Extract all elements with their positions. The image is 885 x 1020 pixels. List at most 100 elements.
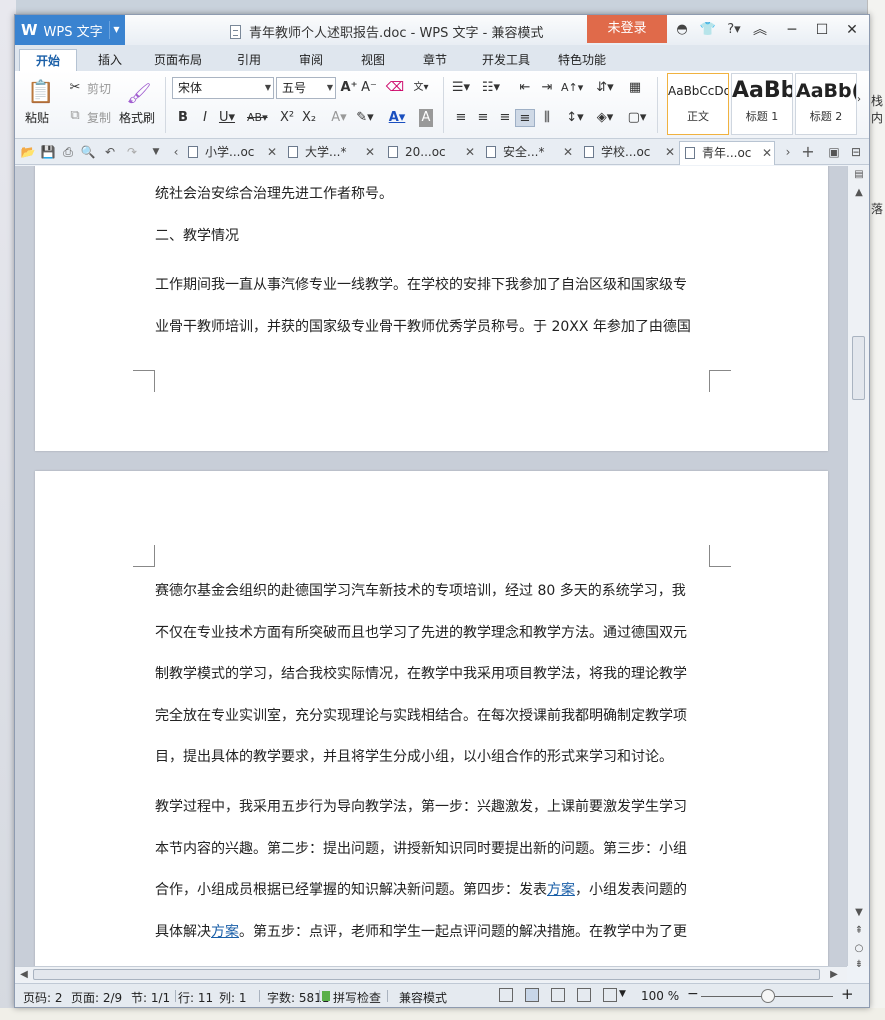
tab-insert[interactable]: 插入	[90, 49, 130, 71]
close-tab-icon[interactable]: ✕	[365, 141, 375, 163]
grow-font-icon[interactable]: A⁺	[339, 79, 359, 97]
format-painter-button[interactable]: 格式刷	[119, 109, 155, 126]
clear-format-icon[interactable]: ⌫	[385, 79, 405, 97]
pin-icon[interactable]: ⊟	[847, 143, 865, 161]
cut-button[interactable]: 剪切	[87, 80, 111, 97]
distribute-icon[interactable]: ⫼	[537, 109, 557, 127]
scroll-thumb[interactable]	[33, 969, 820, 980]
tab-review[interactable]: 审阅	[291, 49, 331, 71]
save-icon[interactable]: 💾	[39, 143, 57, 161]
prev-page-icon[interactable]: ⇞	[852, 924, 866, 938]
window-list-icon[interactable]: ▣	[825, 143, 843, 161]
tab-home[interactable]: 开始	[19, 49, 77, 71]
doc-tab-active[interactable]: 青年...oc ✕	[679, 141, 775, 165]
close-tab-icon[interactable]: ✕	[665, 141, 675, 163]
close-tab-icon[interactable]: ✕	[465, 141, 475, 163]
status-spellcheck[interactable]: 拼写检查	[333, 989, 381, 1006]
shrink-font-icon[interactable]: A⁻	[359, 79, 379, 97]
fullscreen-icon[interactable]	[499, 988, 513, 1002]
format-painter-icon[interactable]: 🖌	[125, 79, 153, 107]
tab-page-layout[interactable]: 页面布局	[147, 49, 209, 71]
close-tab-icon[interactable]: ✕	[762, 142, 772, 164]
subscript-icon[interactable]: X₂	[299, 109, 319, 127]
scroll-thumb[interactable]	[852, 336, 865, 400]
align-center-icon[interactable]: ≡	[473, 109, 493, 127]
align-right-icon[interactable]: ≡	[495, 109, 515, 127]
status-col[interactable]: 列: 1	[219, 989, 247, 1006]
app-menu-button[interactable]: W WPS 文字 ▼	[15, 15, 125, 45]
superscript-icon[interactable]: X²	[277, 109, 297, 127]
zoom-level[interactable]: 100 %	[641, 989, 679, 1003]
status-section[interactable]: 节: 1/1	[131, 989, 170, 1006]
sort-icon[interactable]: ⇵▾	[595, 79, 615, 97]
tab-developer[interactable]: 开发工具	[475, 49, 537, 71]
highlight-icon[interactable]: ✎▾	[355, 109, 375, 127]
new-tab-icon[interactable]: +	[799, 143, 817, 161]
print-icon[interactable]: ⎙	[59, 143, 77, 161]
italic-icon[interactable]: I	[195, 109, 215, 127]
copy-icon[interactable]: ⧉	[65, 107, 85, 125]
scissors-icon[interactable]: ✂	[65, 79, 85, 97]
skin-icon[interactable]: ◓	[672, 20, 692, 40]
justify-icon[interactable]: ≡	[515, 109, 535, 127]
print-preview-icon[interactable]: 🔍	[79, 143, 97, 161]
vertical-scrollbar[interactable]: ▤ ▲ ▼ ⇞ ○ ⇟	[847, 166, 869, 970]
style-heading-2[interactable]: AaBb( 标题 2	[795, 73, 857, 135]
horizontal-scrollbar[interactable]: ◀ ▶	[15, 966, 847, 982]
open-folder-icon[interactable]: 📂	[19, 143, 37, 161]
status-word-count[interactable]: 字数: 5811	[267, 989, 329, 1006]
close-tab-icon[interactable]: ✕	[267, 141, 277, 163]
close-tab-icon[interactable]: ✕	[563, 141, 573, 163]
font-color-icon[interactable]: A▾	[387, 109, 407, 127]
text-effect-icon[interactable]: A▾	[329, 109, 349, 127]
chevron-down-icon[interactable]: ▼	[619, 989, 626, 999]
pinyin-icon[interactable]: 文▾	[411, 79, 431, 97]
page-view-icon[interactable]	[525, 988, 539, 1002]
spell-marked-word[interactable]: 方案	[547, 882, 575, 898]
shirt-icon[interactable]: 👕	[698, 20, 718, 40]
chevron-down-icon[interactable]: ▼	[109, 21, 123, 39]
doc-tab[interactable]: 20...oc ✕	[383, 141, 477, 165]
ribbon-collapse-icon[interactable]: ︽	[745, 18, 775, 42]
styles-more-icon[interactable]: ›	[853, 91, 865, 109]
customize-qa-icon[interactable]: ▼	[147, 143, 165, 161]
tab-references[interactable]: 引用	[229, 49, 269, 71]
status-page-code[interactable]: 页码: 2	[23, 989, 63, 1006]
status-row[interactable]: 行: 11	[178, 989, 213, 1006]
scroll-left-icon[interactable]: ◀	[17, 968, 31, 982]
spell-marked-word[interactable]: 方案	[211, 924, 239, 940]
doc-tab[interactable]: 安全...* ✕	[481, 141, 575, 165]
scroll-down-icon[interactable]: ▼	[852, 906, 866, 920]
help-icon[interactable]: ?▾	[720, 20, 748, 40]
next-page-icon[interactable]: ⇟	[852, 958, 866, 972]
status-pages[interactable]: 页面: 2/9	[71, 989, 122, 1006]
shading-icon[interactable]: ◈▾	[595, 109, 615, 127]
text-direction-icon[interactable]: A↑▾	[561, 79, 583, 97]
font-name-select[interactable]: 宋体 ▼	[172, 77, 274, 99]
tab-view[interactable]: 视图	[353, 49, 393, 71]
task-pane-icon[interactable]: ▤	[852, 168, 866, 182]
tab-scroll-right-icon[interactable]: ›	[779, 143, 797, 161]
align-left-icon[interactable]: ≡	[451, 109, 471, 127]
bullet-list-icon[interactable]: ☰▾	[451, 79, 471, 97]
close-button[interactable]: ✕	[837, 18, 867, 42]
doc-tab[interactable]: 大学...* ✕	[283, 141, 377, 165]
bold-icon[interactable]: B	[173, 109, 193, 127]
scroll-right-icon[interactable]: ▶	[827, 968, 841, 982]
tab-special[interactable]: 特色功能	[551, 49, 613, 71]
paste-button[interactable]: 粘贴	[25, 109, 49, 126]
underline-icon[interactable]: U▾	[217, 109, 237, 127]
table-icon[interactable]: ▦	[625, 79, 645, 97]
reading-view-icon[interactable]	[603, 988, 617, 1002]
paste-icon[interactable]: 📋	[27, 79, 55, 107]
borders-icon[interactable]: ▢▾	[627, 109, 647, 127]
document-area[interactable]: 统社会治安综合治理先进工作者称号。 二、教学情况 工作期间我一直从事汽修专业一线…	[15, 166, 847, 966]
doc-tab[interactable]: 学校...oc ✕	[579, 141, 677, 165]
undo-icon[interactable]: ↶	[101, 143, 119, 161]
copy-button[interactable]: 复制	[87, 109, 111, 126]
increase-indent-icon[interactable]: ⇥	[537, 79, 557, 97]
outline-view-icon[interactable]	[551, 988, 565, 1002]
doc-tab[interactable]: 小学...oc ✕	[183, 141, 279, 165]
web-view-icon[interactable]	[577, 988, 591, 1002]
line-spacing-icon[interactable]: ↕▾	[565, 109, 585, 127]
